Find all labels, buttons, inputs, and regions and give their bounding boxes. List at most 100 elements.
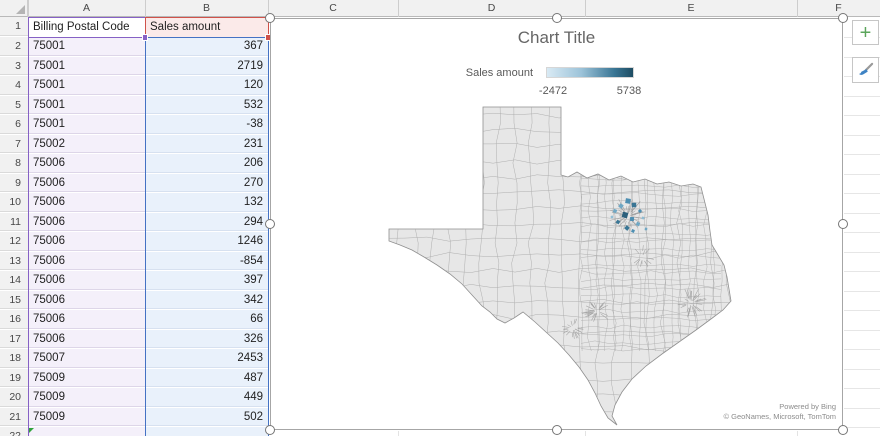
row-header-6[interactable]: 6 bbox=[0, 115, 28, 134]
cell-B13[interactable]: -854 bbox=[145, 251, 268, 270]
grid-line bbox=[844, 95, 880, 97]
chart-resize-handle[interactable] bbox=[838, 219, 848, 229]
cell-A22[interactable] bbox=[28, 427, 145, 436]
row-header-8[interactable]: 8 bbox=[0, 154, 28, 173]
grid-line bbox=[844, 427, 880, 428]
select-all-triangle-icon bbox=[16, 5, 25, 14]
plus-icon: + bbox=[859, 21, 872, 44]
cell-B3[interactable]: 2719 bbox=[145, 56, 268, 75]
cell-B16[interactable]: 66 bbox=[145, 310, 268, 329]
row-header-18[interactable]: 18 bbox=[0, 349, 28, 368]
row-header-15[interactable]: 15 bbox=[0, 290, 28, 309]
row-header-4[interactable]: 4 bbox=[0, 76, 28, 95]
grid-line bbox=[844, 349, 880, 350]
cell-B22[interactable] bbox=[145, 427, 268, 436]
texas-filled-map[interactable] bbox=[271, 19, 844, 431]
cell-A3[interactable]: 75001 bbox=[28, 56, 145, 75]
cell-B21[interactable]: 502 bbox=[145, 407, 268, 426]
cell-A4[interactable]: 75001 bbox=[28, 76, 145, 95]
row-header-3[interactable]: 3 bbox=[0, 56, 28, 75]
cell-B12[interactable]: 1246 bbox=[145, 232, 268, 251]
cell-A2[interactable]: 75001 bbox=[28, 37, 145, 56]
chart-resize-handle[interactable] bbox=[838, 13, 848, 23]
grid-line bbox=[844, 115, 880, 116]
cell-B1[interactable]: Sales amount bbox=[145, 17, 268, 37]
cell-A9[interactable]: 75006 bbox=[28, 173, 145, 192]
cell-B15[interactable]: 342 bbox=[145, 290, 268, 309]
cell-A8[interactable]: 75006 bbox=[28, 154, 145, 173]
column-header-divider bbox=[398, 0, 399, 17]
chart-resize-handle[interactable] bbox=[265, 13, 275, 23]
column-header-divider bbox=[145, 0, 146, 17]
category-range-fill-handle[interactable] bbox=[141, 34, 148, 41]
grid-line bbox=[844, 134, 880, 136]
attribution-line-2: © GeoNames, Microsoft, TomTom bbox=[723, 412, 837, 421]
row-header-13[interactable]: 13 bbox=[0, 251, 28, 270]
cell-A17[interactable]: 75006 bbox=[28, 329, 145, 348]
cell-A7[interactable]: 75002 bbox=[28, 134, 145, 153]
cell-B11[interactable]: 294 bbox=[145, 212, 268, 231]
column-header-divider bbox=[28, 0, 29, 17]
cell-A15[interactable]: 75006 bbox=[28, 290, 145, 309]
row-header-20[interactable]: 20 bbox=[0, 388, 28, 407]
cell-B7[interactable]: 231 bbox=[145, 134, 268, 153]
cell-A12[interactable]: 75006 bbox=[28, 232, 145, 251]
cell-A11[interactable]: 75006 bbox=[28, 212, 145, 231]
column-header-E[interactable]: E bbox=[585, 0, 797, 17]
row-header-14[interactable]: 14 bbox=[0, 271, 28, 290]
cell-B4[interactable]: 120 bbox=[145, 76, 268, 95]
cell-A16[interactable]: 75006 bbox=[28, 310, 145, 329]
cell-A10[interactable]: 75006 bbox=[28, 193, 145, 212]
map-chart[interactable]: Chart Title Sales amount -2472 5738 Powe… bbox=[270, 18, 843, 430]
row-header-16[interactable]: 16 bbox=[0, 310, 28, 329]
green-corner-triangle-icon bbox=[29, 428, 34, 433]
cell-A1[interactable]: Billing Postal Code bbox=[28, 17, 145, 37]
column-header-B[interactable]: B bbox=[145, 0, 268, 17]
chart-resize-handle[interactable] bbox=[265, 219, 275, 229]
row-header-21[interactable]: 21 bbox=[0, 407, 28, 426]
cell-A13[interactable]: 75006 bbox=[28, 251, 145, 270]
row-header-7[interactable]: 7 bbox=[0, 134, 28, 153]
grid-line bbox=[844, 154, 880, 155]
chart-resize-handle[interactable] bbox=[552, 425, 562, 435]
grid-line bbox=[844, 290, 880, 292]
brush-icon bbox=[859, 62, 874, 75]
cell-A20[interactable]: 75009 bbox=[28, 388, 145, 407]
chart-styles-button[interactable] bbox=[852, 57, 879, 83]
cell-A19[interactable]: 75009 bbox=[28, 368, 145, 387]
row-header-10[interactable]: 10 bbox=[0, 193, 28, 212]
grid-line bbox=[844, 251, 880, 253]
select-all-button[interactable] bbox=[0, 0, 28, 17]
row-header-12[interactable]: 12 bbox=[0, 232, 28, 251]
row-header-1[interactable]: 1 bbox=[0, 17, 28, 36]
cell-B20[interactable]: 449 bbox=[145, 388, 268, 407]
chart-resize-handle[interactable] bbox=[265, 425, 275, 435]
cell-A6[interactable]: 75001 bbox=[28, 115, 145, 134]
row-header-17[interactable]: 17 bbox=[0, 329, 28, 348]
cell-B18[interactable]: 2453 bbox=[145, 349, 268, 368]
cell-B9[interactable]: 270 bbox=[145, 173, 268, 192]
row-header-2[interactable]: 2 bbox=[0, 37, 28, 56]
cell-B10[interactable]: 132 bbox=[145, 193, 268, 212]
cell-A21[interactable]: 75009 bbox=[28, 407, 145, 426]
row-header-5[interactable]: 5 bbox=[0, 95, 28, 114]
cell-A18[interactable]: 75007 bbox=[28, 349, 145, 368]
cell-A14[interactable]: 75006 bbox=[28, 271, 145, 290]
cell-B19[interactable]: 487 bbox=[145, 368, 268, 387]
row-header-19[interactable]: 19 bbox=[0, 368, 28, 387]
column-header-C[interactable]: C bbox=[268, 0, 398, 17]
cell-B14[interactable]: 397 bbox=[145, 271, 268, 290]
cell-A5[interactable]: 75001 bbox=[28, 95, 145, 114]
row-header-11[interactable]: 11 bbox=[0, 212, 28, 231]
row-header-22[interactable]: 22 bbox=[0, 427, 28, 436]
chart-resize-handle[interactable] bbox=[838, 425, 848, 435]
chart-resize-handle[interactable] bbox=[552, 13, 562, 23]
chart-elements-button[interactable]: + bbox=[852, 20, 879, 45]
cell-B6[interactable]: -38 bbox=[145, 115, 268, 134]
row-header-9[interactable]: 9 bbox=[0, 173, 28, 192]
cell-B2[interactable]: 367 bbox=[145, 37, 268, 56]
column-header-A[interactable]: A bbox=[28, 0, 145, 17]
cell-B8[interactable]: 206 bbox=[145, 154, 268, 173]
cell-B5[interactable]: 532 bbox=[145, 95, 268, 114]
cell-B17[interactable]: 326 bbox=[145, 329, 268, 348]
